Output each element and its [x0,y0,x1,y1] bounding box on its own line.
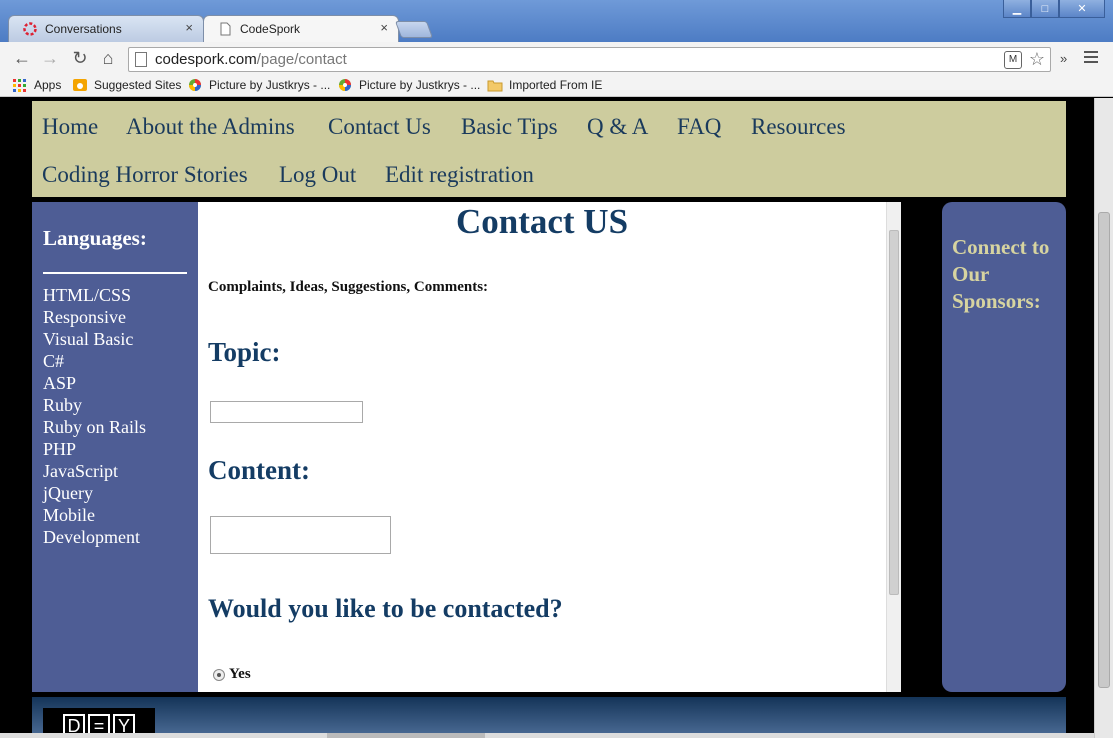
language-item[interactable]: Visual Basic [43,328,146,350]
language-item[interactable]: Responsive [43,306,146,328]
language-item[interactable]: jQuery [43,482,146,504]
address-bar[interactable]: codespork.com/page/contact M ☆ [128,47,1051,72]
bookmark-imported-from-ie[interactable]: Imported From IE [487,78,602,92]
language-item[interactable]: JavaScript [43,460,146,482]
forward-button[interactable]: → [40,48,60,68]
picasa-icon [189,79,201,91]
language-item[interactable]: Ruby [43,394,146,416]
url-domain: codespork.com [155,51,257,68]
radio-button[interactable] [213,668,225,681]
nav-about-admins[interactable]: About the Admins [126,114,295,140]
contact-form-panel: Contact US Complaints, Ideas, Suggestion… [198,202,901,692]
bookmark-suggested-sites[interactable]: Suggested Sites [72,78,181,92]
web-page: Home About the Admins Contact Us Basic T… [0,98,1113,738]
tab-label: CodeSpork [240,22,301,36]
url-path: /page/contact [256,51,347,68]
page-icon [135,52,147,67]
folder-icon [487,80,503,92]
topic-label: Topic: [208,337,281,367]
contact-yes-radio[interactable]: Yes [213,666,251,683]
bookmark-apps[interactable]: Apps [12,78,61,92]
bookmark-label: Picture by Justkrys - ... [209,78,331,92]
loading-spinner-icon [23,22,37,36]
close-tab-icon[interactable]: × [380,20,388,35]
panel-scrollbar-thumb[interactable] [889,230,899,595]
apps-grid-icon [13,79,26,92]
close-window-button[interactable]: ✕ [1059,0,1105,18]
nav-home[interactable]: Home [42,114,98,140]
nav-q-and-a[interactable]: Q & A [587,114,648,140]
window-scrollbar-thumb[interactable] [1098,212,1110,688]
nav-contact-us[interactable]: Contact Us [328,114,431,140]
topic-input[interactable] [210,401,363,423]
bookmark-star-icon[interactable]: ☆ [1029,49,1045,70]
window-scrollbar[interactable] [1094,98,1113,738]
bookmark-label: Picture by Justkrys - ... [359,78,481,92]
language-item[interactable]: Ruby on Rails [43,416,146,438]
new-tab-button[interactable] [394,21,434,38]
bookmark-label: Suggested Sites [94,78,182,92]
extensions-overflow-icon[interactable]: » [1060,51,1067,66]
bookmark-picture-1[interactable]: Picture by Justkrys - ... [187,78,330,92]
panel-scrollbar[interactable] [886,202,901,692]
nav-log-out[interactable]: Log Out [279,162,356,188]
url-text: codespork.com/page/contact [155,51,347,68]
suggested-sites-icon [73,79,87,91]
nav-resources[interactable]: Resources [751,114,846,140]
language-item[interactable]: PHP [43,438,146,460]
nav-faq[interactable]: FAQ [677,114,721,140]
content-textarea[interactable] [210,516,391,554]
languages-list: HTML/CSS Responsive Visual Basic C# ASP … [43,284,146,548]
nav-coding-horror-stories[interactable]: Coding Horror Stories [42,162,248,188]
bookmark-label: Apps [34,78,62,92]
home-button[interactable]: ⌂ [98,48,118,68]
language-item[interactable]: C# [43,350,146,372]
radio-label: Yes [229,666,251,682]
tab-codespork[interactable]: CodeSpork × [203,15,399,42]
browser-titlebar: Conversations × CodeSpork × ▁ □ ✕ [0,0,1113,42]
maximize-button[interactable]: □ [1031,0,1059,18]
form-subtitle: Complaints, Ideas, Suggestions, Comments… [208,279,489,295]
close-tab-icon[interactable]: × [185,20,193,35]
languages-heading: Languages: [43,226,147,250]
menu-icon[interactable] [1084,51,1098,66]
language-item[interactable]: Development [43,526,146,548]
nav-edit-registration[interactable]: Edit registration [385,162,534,188]
bookmark-picture-2[interactable]: Picture by Justkrys - ... [337,78,480,92]
bookmark-label: Imported From IE [509,78,603,92]
sponsors-heading: Connect to Our Sponsors: [952,235,1050,313]
page-icon [220,22,231,36]
site-navigation: Home About the Admins Contact Us Basic T… [32,101,1066,197]
horizontal-scrollbar-thumb[interactable] [327,733,485,738]
nav-basic-tips[interactable]: Basic Tips [461,114,558,140]
reload-button[interactable]: ↻ [70,48,90,68]
sponsors-sidebar: Connect to Our Sponsors: [942,202,1066,692]
tab-conversations[interactable]: Conversations × [8,15,204,42]
site-footer: D = Y [32,697,1066,738]
language-item[interactable]: HTML/CSS [43,284,146,306]
tab-label: Conversations [45,22,122,36]
page-title: Contact US [455,202,629,241]
sidebar-divider [43,272,187,274]
extension-icon[interactable]: M [1004,51,1022,69]
language-item[interactable]: Mobile [43,504,146,526]
languages-sidebar: Languages: HTML/CSS Responsive Visual Ba… [32,202,198,692]
language-item[interactable]: ASP [43,372,146,394]
picasa-icon [339,79,351,91]
horizontal-scrollbar[interactable] [0,733,1094,738]
bookmarks-bar: Apps Suggested Sites Picture by Justkrys… [0,75,1113,97]
browser-toolbar: ← → ↻ ⌂ codespork.com/page/contact M ☆ » [0,42,1113,75]
back-button[interactable]: ← [12,48,32,68]
minimize-button[interactable]: ▁ [1003,0,1031,18]
contacted-question: Would you like to be contacted? [208,594,563,623]
window-controls: ▁ □ ✕ [1003,0,1105,18]
content-label: Content: [208,455,310,485]
